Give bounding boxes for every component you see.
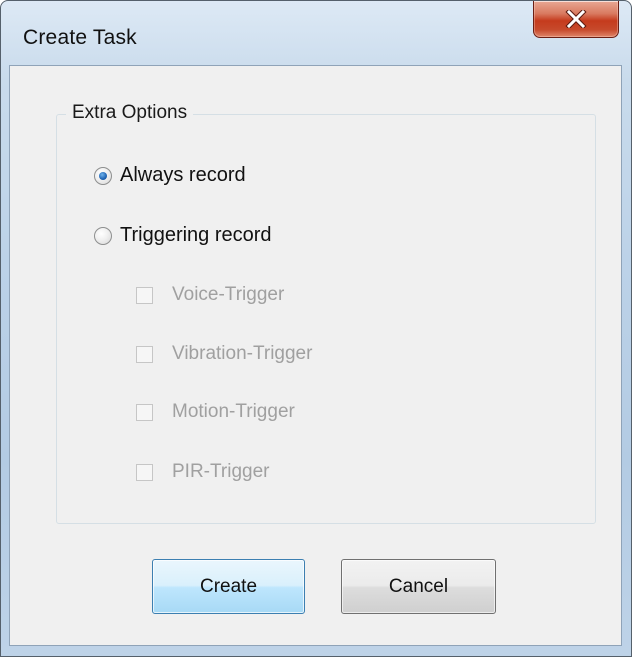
checkbox-label: Vibration-Trigger <box>172 343 313 364</box>
title-bar[interactable]: Create Task <box>1 1 631 65</box>
radio-always-record[interactable]: Always record <box>94 164 246 187</box>
radio-label: Triggering record <box>120 224 272 246</box>
radio-label: Always record <box>120 164 246 186</box>
checkbox-vibration-trigger[interactable]: Vibration-Trigger <box>136 343 312 365</box>
checkbox-voice-trigger[interactable]: Voice-Trigger <box>136 284 284 306</box>
cancel-button[interactable]: Cancel <box>341 559 496 614</box>
checkbox-box[interactable] <box>136 463 153 481</box>
checkbox-motion-trigger[interactable]: Motion-Trigger <box>136 401 295 423</box>
checkbox-label: Motion-Trigger <box>172 401 295 422</box>
window-title: Create Task <box>23 26 137 49</box>
close-x-icon <box>565 10 587 28</box>
radio-button-checked[interactable] <box>94 166 112 185</box>
checkbox-label: PIR-Trigger <box>172 461 270 482</box>
groupbox-title: Extra Options <box>66 102 194 124</box>
checkbox-pir-trigger[interactable]: PIR-Trigger <box>136 461 269 483</box>
checkbox-label: Voice-Trigger <box>172 284 285 305</box>
checkbox-box[interactable] <box>136 403 153 421</box>
checkbox-box[interactable] <box>136 286 153 304</box>
checkbox-box[interactable] <box>136 345 153 363</box>
dialog-client-area: Extra Options Always record Triggering r… <box>9 65 622 646</box>
radio-triggering-record[interactable]: Triggering record <box>94 224 272 247</box>
close-button[interactable] <box>533 1 619 38</box>
radio-button-unchecked[interactable] <box>94 226 112 245</box>
create-button[interactable]: Create <box>152 559 305 614</box>
create-task-dialog: Create Task Extra Options Always record … <box>0 0 632 657</box>
